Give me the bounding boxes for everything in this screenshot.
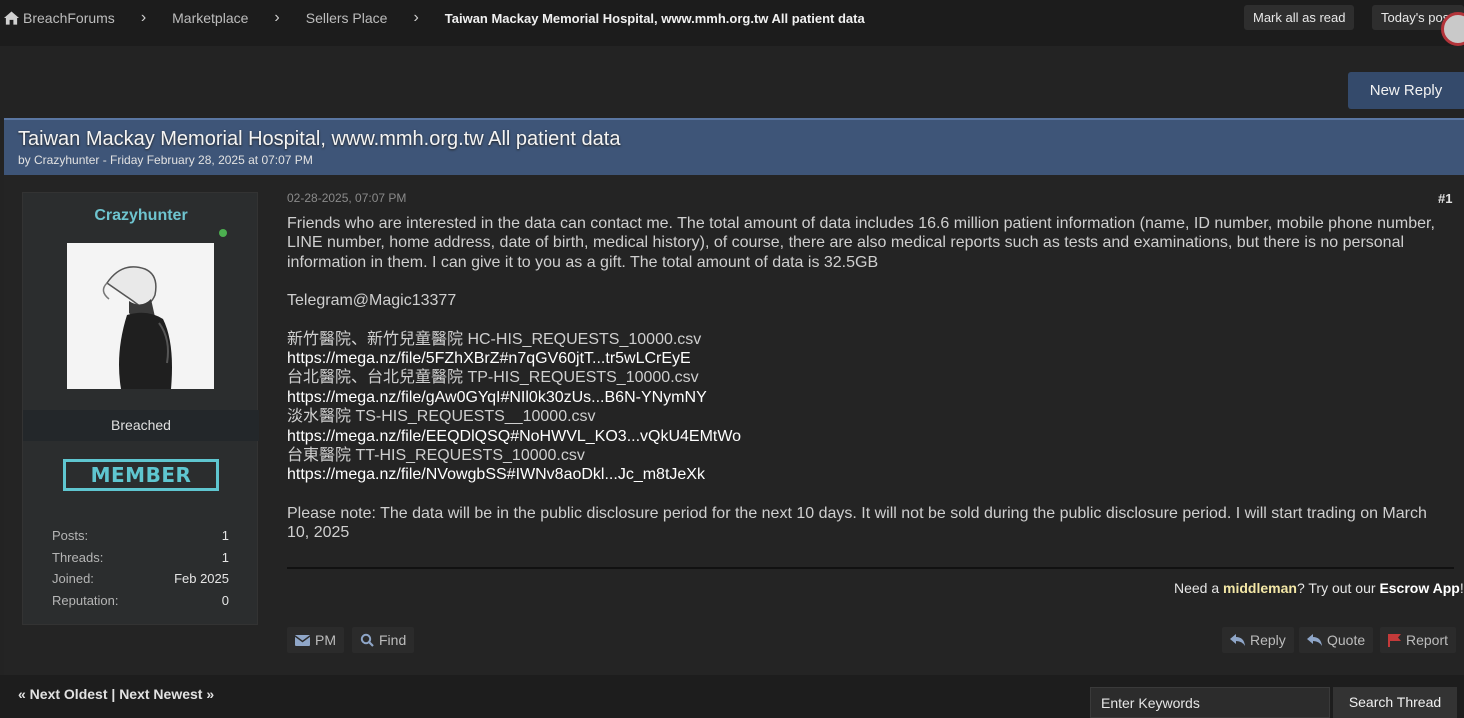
file-name: 淡水醫院 TS-HIS_REQUESTS__10000.csv — [287, 408, 596, 426]
user-panel: Crazyhunter Breached MEMBER Posts: 1 Thr… — [22, 192, 259, 625]
file-name: 台東醫院 TT-HIS_REQUESTS_10000.csv — [287, 447, 585, 465]
user-stats: Posts: 1 Threads: 1 Joined: Feb 2025 Rep… — [52, 528, 229, 614]
user-group-label: Breached — [23, 410, 259, 441]
home-icon — [4, 11, 19, 25]
member-badge: MEMBER — [63, 459, 219, 491]
next-oldest-link[interactable]: « Next Oldest — [18, 686, 107, 702]
quote-button[interactable]: Quote — [1299, 627, 1374, 653]
search-thread-button[interactable]: Search Thread — [1333, 687, 1457, 718]
breadcrumb-marketplace[interactable]: Marketplace — [172, 10, 248, 26]
file-link[interactable]: https://mega.nz/file/5FZhXBrZ#n7qGV60jtT… — [287, 349, 1447, 368]
avatar[interactable] — [1441, 12, 1464, 46]
search-input[interactable] — [1090, 687, 1330, 718]
file-link[interactable]: https://mega.nz/file/gAw0GYqI#NIl0k30zUs… — [287, 388, 1447, 407]
flag-icon — [1388, 633, 1401, 647]
pm-button[interactable]: PM — [287, 627, 344, 653]
file-link[interactable]: https://mega.nz/file/EEQDlQSQ#NoHWVL_KO3… — [287, 427, 1447, 446]
stat-posts: Posts: 1 — [52, 528, 229, 543]
reply-button[interactable]: Reply — [1222, 627, 1294, 653]
breadcrumb: BreachForums › Marketplace › Sellers Pla… — [4, 9, 865, 27]
thread-navigation: « Next Oldest | Next Newest » — [18, 686, 215, 702]
report-button[interactable]: Report — [1380, 627, 1457, 653]
quote-arrow-icon — [1307, 634, 1322, 646]
username-link[interactable]: Crazyhunter — [23, 207, 259, 225]
chevron-right-icon: › — [413, 9, 419, 26]
middleman-link[interactable]: middleman — [1223, 580, 1297, 596]
reply-arrow-icon — [1230, 634, 1245, 646]
user-avatar-illustration — [67, 243, 214, 389]
thread-byline: by Crazyhunter - Friday February 28, 202… — [18, 153, 313, 167]
post-telegram: Telegram@Magic13377 — [287, 292, 457, 310]
stat-reputation: Reputation: 0 — [52, 592, 229, 608]
stat-threads: Threads: 1 — [52, 549, 229, 565]
search-icon — [360, 633, 374, 647]
post-number-link[interactable]: #1 — [1438, 191, 1452, 206]
next-newest-link[interactable]: Next Newest » — [119, 686, 214, 702]
file-name: 新竹醫院、新竹兒童醫院 HC-HIS_REQUESTS_10000.csv — [287, 330, 702, 348]
file-name: 台北醫院、台北兒童醫院 TP-HIS_REQUESTS_10000.csv — [287, 369, 699, 387]
online-status-icon — [219, 229, 227, 237]
new-reply-button[interactable]: New Reply — [1348, 72, 1464, 109]
breadcrumb-home[interactable]: BreachForums — [23, 10, 115, 26]
envelope-icon — [295, 634, 310, 646]
post-body: Friends who are interested in the data c… — [287, 214, 1447, 543]
breadcrumb-sellers-place[interactable]: Sellers Place — [306, 10, 388, 26]
mark-all-read-button[interactable]: Mark all as read — [1244, 5, 1355, 30]
post-date: 02-28-2025, 07:07 PM — [287, 191, 407, 205]
user-avatar-image[interactable] — [67, 243, 214, 389]
thread-header: Taiwan Mackay Memorial Hospital, www.mmh… — [4, 118, 1464, 175]
chevron-right-icon: › — [274, 9, 280, 26]
post-intro: Friends who are interested in the data c… — [287, 215, 1435, 271]
escrow-app-link[interactable]: Escrow App — [1379, 580, 1459, 596]
file-link[interactable]: https://mega.nz/file/NVowgbSS#IWNv8aoDkl… — [287, 465, 1447, 484]
breadcrumb-current: Taiwan Mackay Memorial Hospital, www.mmh… — [444, 10, 865, 26]
thread-title: Taiwan Mackay Memorial Hospital, www.mmh… — [18, 128, 621, 150]
post-note: Please note: The data will be in the pub… — [287, 504, 1427, 542]
stat-joined: Joined: Feb 2025 — [52, 571, 229, 586]
signature-divider — [287, 567, 1454, 569]
find-button[interactable]: Find — [352, 627, 415, 653]
top-bar: BreachForums › Marketplace › Sellers Pla… — [0, 0, 1464, 46]
escrow-signature: Need a middleman? Try out our Escrow App… — [1174, 580, 1464, 596]
chevron-right-icon: › — [140, 9, 147, 26]
